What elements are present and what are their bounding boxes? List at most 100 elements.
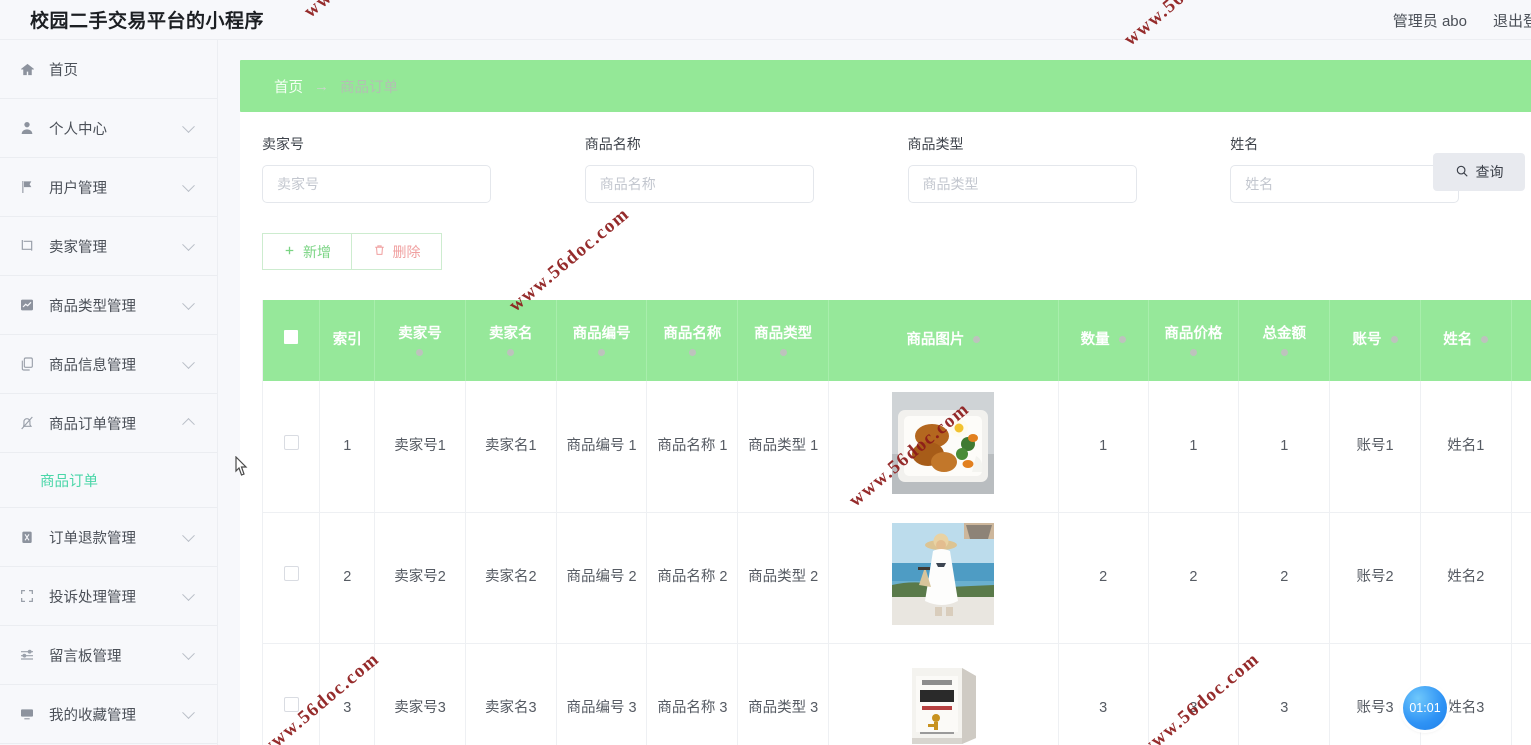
table-header-index: 索引 (319, 300, 376, 381)
chart-icon (16, 294, 38, 316)
trash-icon (373, 243, 386, 260)
cell-quantity: 2 (1058, 512, 1149, 644)
table-header-price[interactable]: 商品价格 (1148, 300, 1240, 381)
chevron-down-icon (182, 706, 195, 720)
select-all-checkbox[interactable] (284, 330, 299, 345)
chevron-down-icon (182, 179, 195, 193)
product-type-input[interactable] (907, 165, 1137, 203)
table-row[interactable]: 2 卖家号2 卖家名2 商品编号 2 商品名称 2 商品类型 2 2 2 2 账… (263, 512, 1531, 644)
cell-price: 2 (1148, 512, 1240, 644)
cell-product-name: 商品名称 1 (646, 381, 739, 513)
chevron-down-icon (182, 529, 195, 543)
sort-icon[interactable] (1118, 336, 1126, 344)
timer-badge[interactable]: 01:01 (1403, 686, 1447, 730)
row-checkbox-cell[interactable] (263, 643, 321, 745)
table-header-name[interactable]: 姓名 (1420, 300, 1512, 381)
sidebar-item-label: 用户管理 (49, 180, 107, 197)
add-button[interactable]: 新增 (262, 233, 352, 270)
sort-icon[interactable] (779, 348, 787, 356)
sidebar-item-home[interactable]: 首页 (0, 40, 217, 99)
table-header-product-type[interactable]: 商品类型 (737, 300, 830, 381)
sidebar-item-label: 留言板管理 (49, 648, 122, 665)
row-checkbox-cell[interactable] (263, 512, 321, 644)
cell-mobile: 手机1 (1511, 381, 1531, 513)
logout-button[interactable]: 退出登录 (1493, 10, 1531, 31)
query-button[interactable]: 查询 (1433, 153, 1525, 191)
sidebar-item-product-info-management[interactable]: 商品信息管理 (0, 335, 217, 394)
table-row[interactable]: 3 卖家号3 卖家名3 商品编号 3 商品名称 3 商品类型 3 3 3 3 账… (263, 643, 1531, 745)
sidebar-item-my-favorites-management[interactable]: 我的收藏管理 (0, 685, 217, 744)
sidebar: 首页 个人中心 用户管理 卖家管理 商品类型管理 商品信息管理 商品订单管理 商… (0, 40, 218, 745)
sidebar-item-user-management[interactable]: 用户管理 (0, 158, 217, 217)
sort-icon[interactable] (416, 348, 424, 356)
column-label: 商品价格 (1164, 326, 1223, 343)
cell-seller-name: 卖家名2 (465, 512, 557, 644)
cell-product-image[interactable] (828, 643, 1059, 745)
top-bar-right: 管理员 abo 退出登录 (1393, 0, 1531, 40)
table-header-total[interactable]: 总金额 (1238, 300, 1331, 381)
table-header-product-no[interactable]: 商品编号 (556, 300, 648, 381)
sidebar-subitem-product-order[interactable]: 商品订单 (0, 453, 217, 508)
sort-icon[interactable] (973, 336, 981, 344)
cell-index: 1 (319, 381, 376, 513)
product-name-input[interactable] (584, 165, 814, 203)
column-label: 账号 (1352, 331, 1382, 348)
sort-icon[interactable] (1189, 348, 1197, 356)
cell-price: 1 (1148, 381, 1240, 513)
row-checkbox-cell[interactable] (263, 381, 321, 513)
row-checkbox[interactable] (283, 435, 299, 451)
table-header-quantity[interactable]: 数量 (1058, 300, 1149, 381)
seller-id-input[interactable] (262, 165, 491, 203)
murphys-law-book-photo[interactable] (892, 653, 995, 745)
cell-index: 3 (319, 643, 376, 745)
search-field-seller-id: 卖家号 (262, 134, 527, 203)
cell-index: 2 (319, 512, 376, 644)
row-checkbox[interactable] (283, 697, 299, 713)
cell-product-type: 商品类型 1 (737, 381, 830, 513)
table-row[interactable]: 1 卖家号1 卖家名1 商品编号 1 商品名称 1 商品类型 1 1 1 1 账… (263, 381, 1531, 513)
search-icon (1455, 164, 1469, 181)
sidebar-item-order-refund-management[interactable]: 订单退款管理 (0, 508, 217, 567)
chevron-down-icon (182, 120, 195, 134)
name-input[interactable] (1230, 165, 1460, 203)
sort-icon[interactable] (1481, 336, 1489, 344)
sidebar-item-message-board-management[interactable]: 留言板管理 (0, 626, 217, 685)
row-checkbox[interactable] (283, 566, 299, 582)
chevron-down-icon (182, 238, 195, 252)
cell-seller-id: 卖家号2 (374, 512, 466, 644)
sidebar-item-personal-center[interactable]: 个人中心 (0, 99, 217, 158)
cell-product-image[interactable] (828, 512, 1059, 644)
cell-mobile: 手机3 (1511, 643, 1531, 745)
main-content: 首页 → 商品订单 卖家号 商品名称 商品类型 姓名 (218, 40, 1531, 745)
sort-icon[interactable] (598, 348, 606, 356)
sort-icon[interactable] (507, 348, 515, 356)
bento-food-photo[interactable] (892, 391, 995, 494)
delete-button[interactable]: 删除 (352, 233, 442, 270)
delete-button-label: 删除 (392, 243, 421, 260)
cell-seller-id: 卖家号3 (374, 643, 466, 745)
sidebar-item-complaint-management[interactable]: 投诉处理管理 (0, 567, 217, 626)
white-dress-beach-photo[interactable] (892, 522, 995, 625)
sort-icon[interactable] (1390, 336, 1398, 344)
sidebar-item-product-type-management[interactable]: 商品类型管理 (0, 276, 217, 335)
data-table-scroll[interactable]: 索引 卖家号 卖家名 商品编号 商品名称 商品类型 商品图片 数量 商品价格 总… (262, 300, 1531, 745)
column-label: 商品名称 (663, 326, 722, 343)
column-label: 商品类型 (754, 326, 813, 343)
table-header-product-name[interactable]: 商品名称 (646, 300, 739, 381)
cell-product-name: 商品名称 3 (646, 643, 739, 745)
cell-product-image[interactable] (828, 381, 1059, 513)
table-header-seller-id[interactable]: 卖家号 (374, 300, 466, 381)
table-header-seller-name[interactable]: 卖家名 (465, 300, 557, 381)
breadcrumb-home-link[interactable]: 首页 (274, 76, 303, 97)
sort-icon[interactable] (688, 348, 696, 356)
chevron-down-icon (182, 297, 195, 311)
table-header-account[interactable]: 账号 (1329, 300, 1421, 381)
sidebar-item-product-order-management[interactable]: 商品订单管理 (0, 394, 217, 453)
table-header-product-image[interactable]: 商品图片 (828, 300, 1059, 381)
table-header-select-all[interactable] (263, 300, 321, 381)
sort-icon[interactable] (1280, 348, 1288, 356)
sidebar-item-seller-management[interactable]: 卖家管理 (0, 217, 217, 276)
app-root: 校园二手交易平台的小程序 管理员 abo 退出登录 首页 个人中心 用户管理 (0, 0, 1531, 745)
table-header-mobile[interactable]: 手机 (1511, 300, 1531, 381)
cell-account: 账号1 (1329, 381, 1421, 513)
